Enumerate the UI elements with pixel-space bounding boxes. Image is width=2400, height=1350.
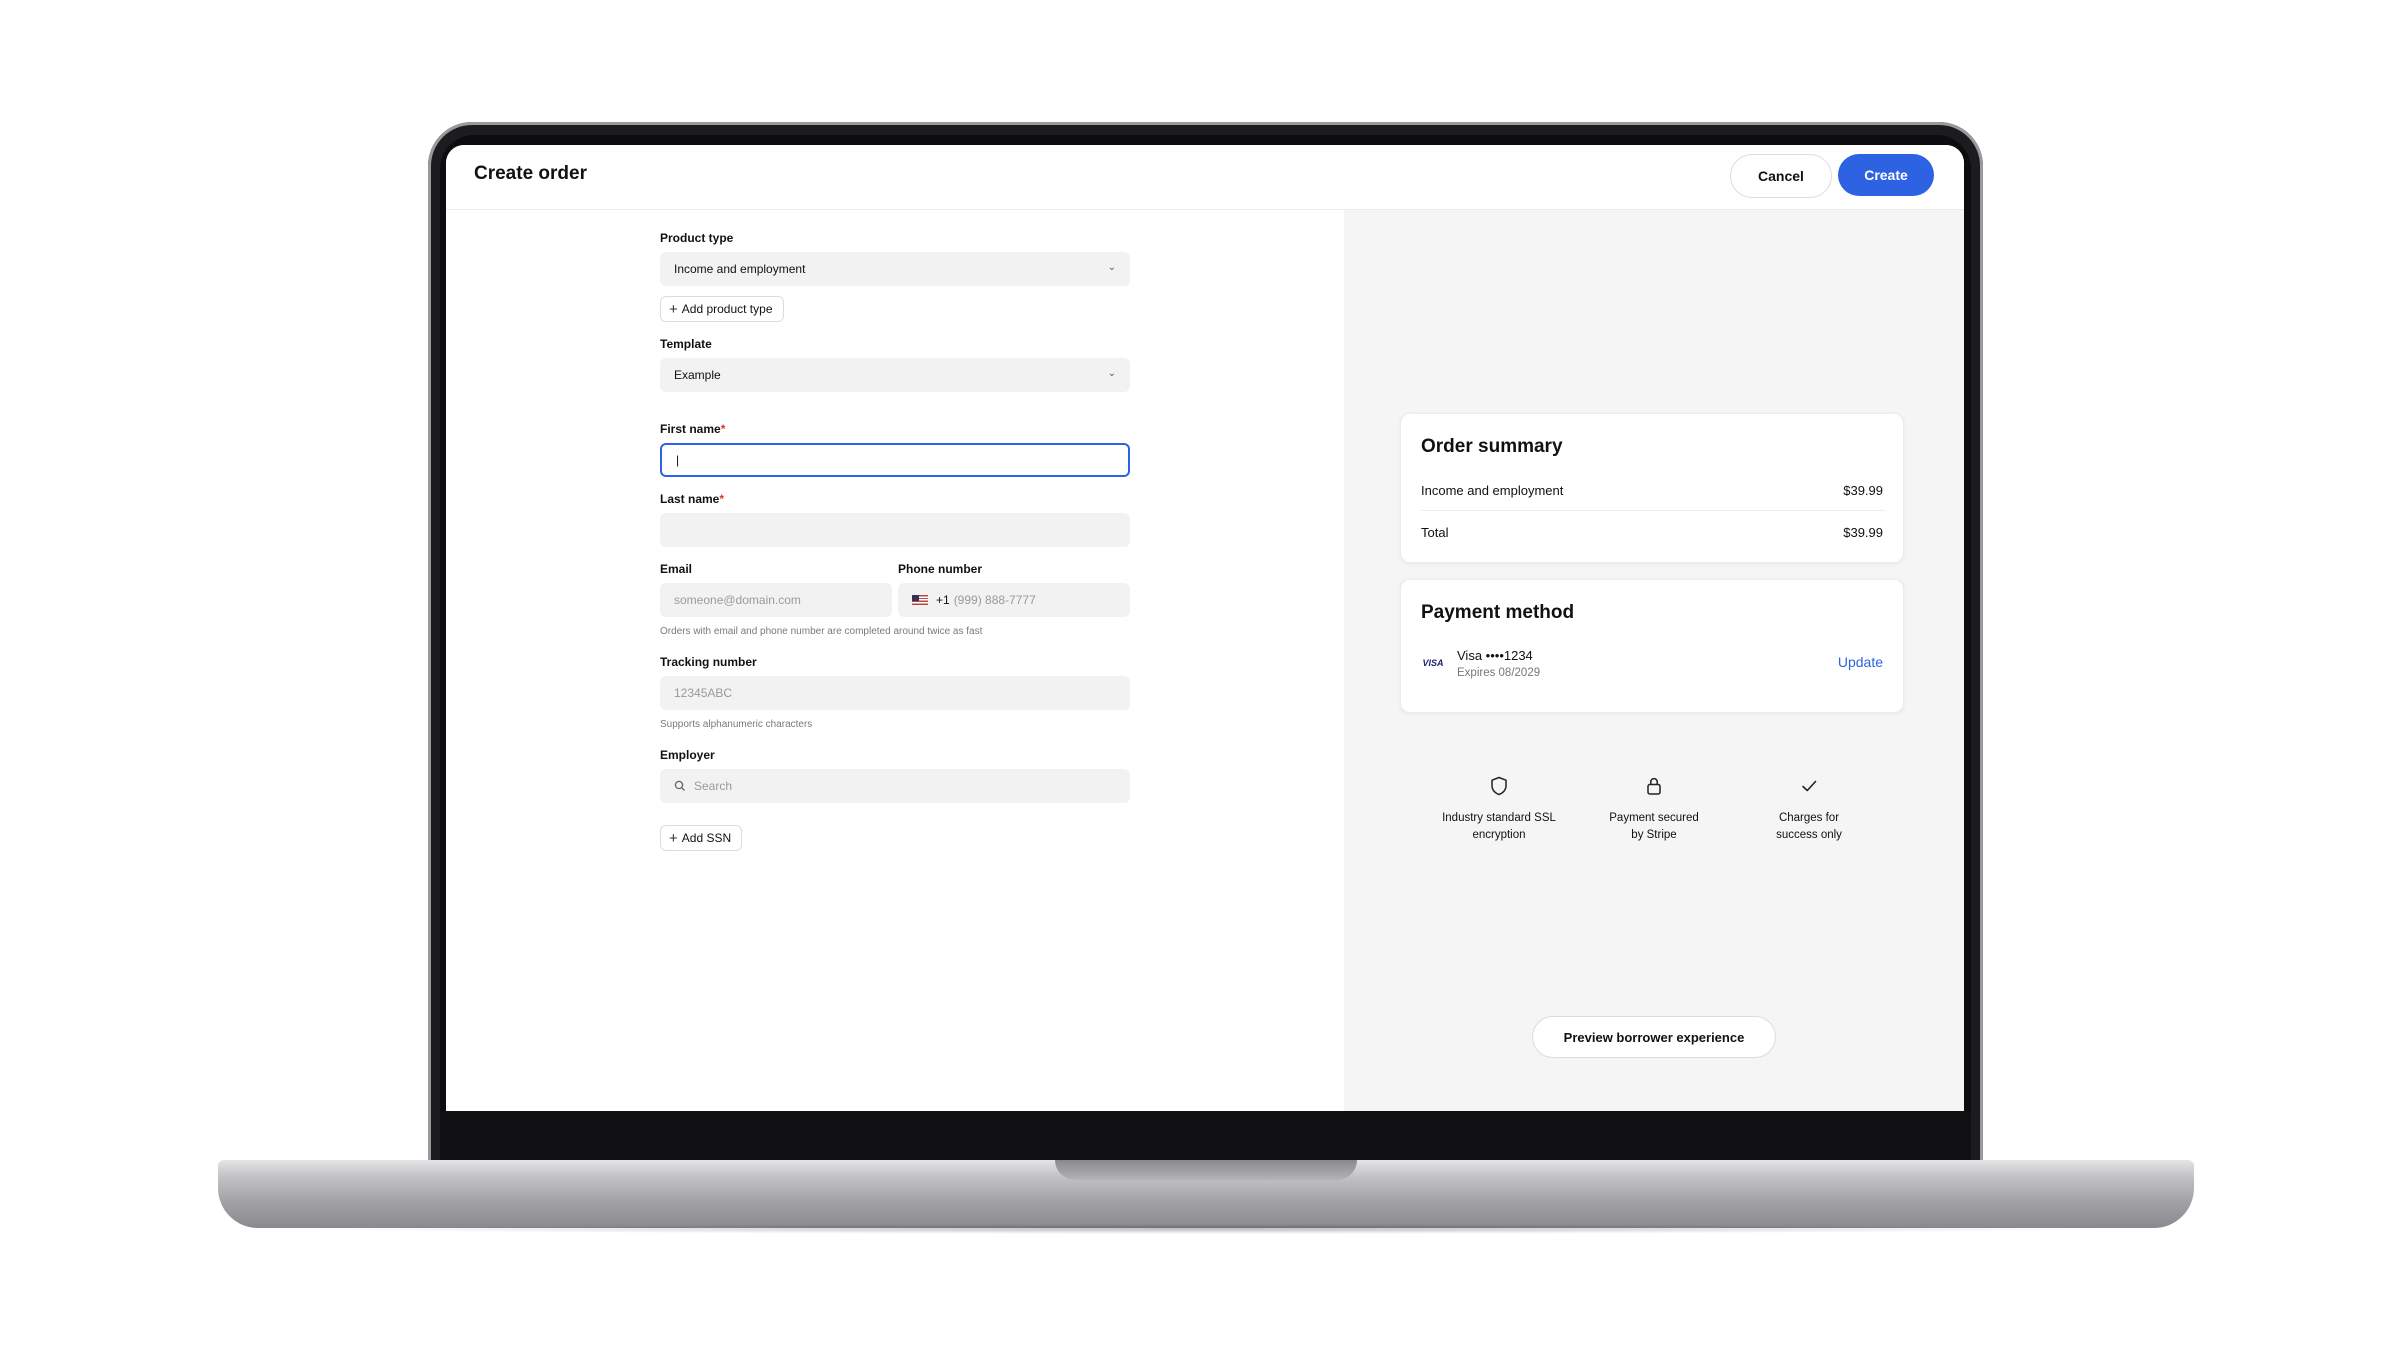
trust-ssl-line2: encryption xyxy=(1472,829,1526,841)
employer-label: Employer xyxy=(660,748,715,762)
plus-icon: + xyxy=(669,829,678,847)
update-payment-link[interactable]: Update xyxy=(1838,654,1883,670)
preview-borrower-button[interactable]: Preview borrower experience xyxy=(1532,1016,1776,1058)
order-summary-title: Order summary xyxy=(1421,436,1563,457)
laptop-chin xyxy=(440,1111,1971,1163)
cancel-button[interactable]: Cancel xyxy=(1730,154,1832,198)
trust-ssl-line1: Industry standard SSL xyxy=(1442,812,1556,824)
summary-divider xyxy=(1421,510,1885,511)
laptop-shadow xyxy=(300,1224,2112,1234)
visa-logo-icon: VISA xyxy=(1422,658,1444,668)
first-name-label-text: First name xyxy=(660,422,721,436)
shield-icon xyxy=(1491,776,1507,796)
product-type-value: Income and employment xyxy=(674,262,806,276)
card-expiry: Expires 08/2029 xyxy=(1457,667,1541,679)
last-name-label-text: Last name xyxy=(660,492,720,506)
last-name-label: Last name* xyxy=(660,492,724,506)
page-title: Create order xyxy=(474,163,587,184)
employer-search-input[interactable]: Search xyxy=(660,769,1130,803)
email-placeholder: someone@domain.com xyxy=(674,593,801,607)
chevron-down-icon: ⌄ xyxy=(1107,368,1116,379)
chevron-down-icon: ⌄ xyxy=(1107,262,1116,273)
trust-success-line2: success only xyxy=(1776,829,1842,841)
contact-hint: Orders with email and phone number are c… xyxy=(660,626,983,637)
employer-placeholder: Search xyxy=(694,779,733,793)
product-type-label: Product type xyxy=(660,231,734,245)
trust-stripe-line2: by Stripe xyxy=(1631,829,1677,841)
trust-stripe: Payment secured by Stripe xyxy=(1584,776,1724,844)
first-name-label: First name* xyxy=(660,422,725,436)
laptop-notch xyxy=(1055,1160,1357,1180)
page-header: Create order Cancel Create xyxy=(446,145,1964,210)
template-label: Template xyxy=(660,337,712,351)
first-name-value: | xyxy=(676,453,680,467)
add-product-type-label: Add product type xyxy=(681,302,773,316)
country-code: +1 xyxy=(936,593,950,607)
tracking-placeholder: 12345ABC xyxy=(674,686,733,700)
required-mark: * xyxy=(720,422,726,436)
payment-method-card: Payment method VISA Visa ••••1234 Expire… xyxy=(1400,579,1904,713)
trust-success-line1: Charges for xyxy=(1778,812,1840,824)
card-label: Visa ••••1234 xyxy=(1457,648,1533,663)
required-mark: * xyxy=(719,492,725,506)
plus-icon: + xyxy=(669,300,678,318)
add-ssn-label: Add SSN xyxy=(681,831,732,845)
tracking-hint: Supports alphanumeric characters xyxy=(660,719,813,730)
tracking-input[interactable]: 12345ABC xyxy=(660,676,1130,710)
phone-label: Phone number xyxy=(898,562,983,576)
template-value: Example xyxy=(674,368,721,382)
phone-field[interactable]: +1 (999) 888-7777 xyxy=(898,583,1130,617)
product-type-select[interactable]: Income and employment ⌄ xyxy=(660,252,1130,286)
add-product-type-button[interactable]: + Add product type xyxy=(660,296,784,322)
payment-method-title: Payment method xyxy=(1421,602,1575,623)
summary-total-label: Total xyxy=(1421,525,1449,540)
summary-item-price: $39.99 xyxy=(1843,483,1883,498)
check-icon xyxy=(1802,780,1817,792)
summary-item-name: Income and employment xyxy=(1421,483,1564,498)
trust-success: Charges for success only xyxy=(1739,776,1879,844)
email-label: Email xyxy=(660,562,693,576)
app-screen: Create order Cancel Create Product type … xyxy=(446,145,1964,1111)
last-name-input[interactable] xyxy=(660,513,1130,547)
trust-ssl: Industry standard SSL encryption xyxy=(1429,776,1569,844)
create-button[interactable]: Create xyxy=(1838,154,1934,196)
summary-total-value: $39.99 xyxy=(1843,525,1883,540)
email-field[interactable]: someone@domain.com xyxy=(660,583,892,617)
first-name-input[interactable]: | xyxy=(660,443,1130,477)
tracking-label: Tracking number xyxy=(660,655,757,669)
phone-placeholder: (999) 888-7777 xyxy=(953,593,1036,607)
search-icon xyxy=(674,780,685,791)
lock-icon xyxy=(1647,777,1661,795)
trust-stripe-line1: Payment secured xyxy=(1609,812,1699,824)
summary-panel: Order summary Income and employment $39.… xyxy=(1344,210,1964,1111)
order-summary-card: Order summary Income and employment $39.… xyxy=(1400,413,1904,563)
add-ssn-button[interactable]: + Add SSN xyxy=(660,825,743,851)
us-flag-icon xyxy=(912,595,928,605)
template-select[interactable]: Example ⌄ xyxy=(660,358,1130,392)
